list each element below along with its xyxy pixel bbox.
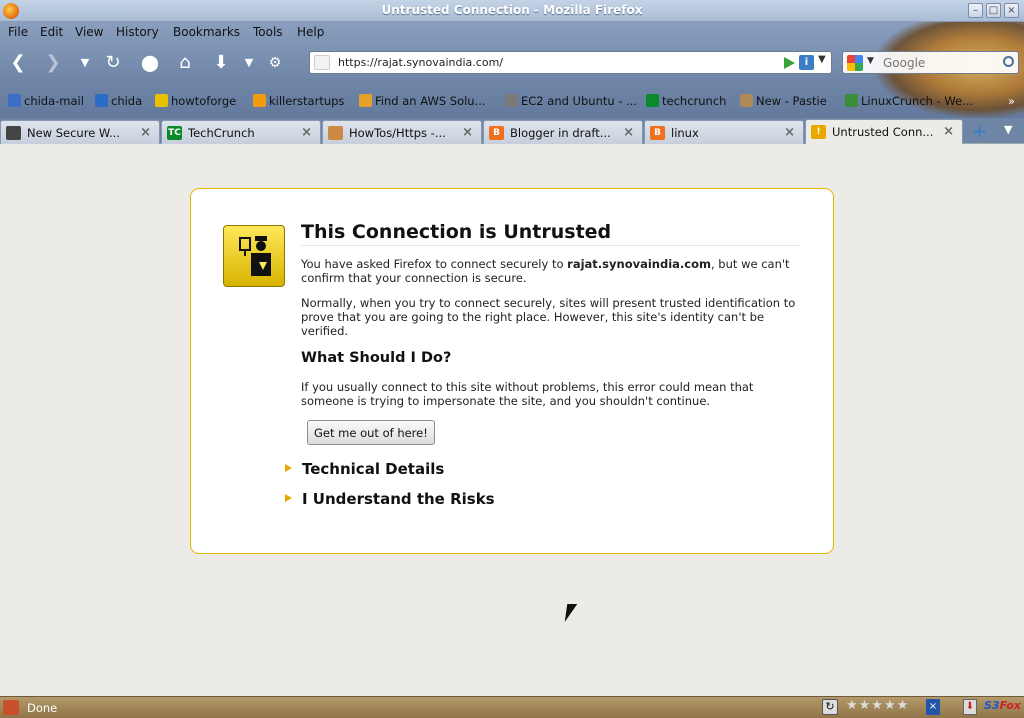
bookmark-favicon-icon	[740, 94, 753, 107]
tab-close-icon[interactable]: ×	[140, 125, 151, 140]
url-dropdown-icon[interactable]: ▼	[818, 54, 826, 65]
what-should-i-do-heading: What Should I Do?	[301, 350, 452, 366]
intro-text: You have asked Firefox to connect secure…	[301, 257, 790, 285]
expander-arrow-icon	[285, 494, 292, 502]
tab-favicon-icon	[6, 126, 21, 140]
bookmark-item[interactable]: techcrunch	[646, 94, 726, 108]
menu-file[interactable]: File	[8, 25, 28, 39]
go-icon[interactable]	[784, 57, 795, 69]
url-bar[interactable]: i ▼	[309, 51, 832, 74]
bookmark-favicon-icon	[253, 94, 266, 107]
tab-favicon-icon: B	[650, 126, 665, 140]
status-text: Done	[27, 701, 58, 715]
xmarks-icon[interactable]: ×	[926, 699, 940, 715]
menu-tools[interactable]: Tools	[253, 25, 283, 39]
tab[interactable]: HowTos/Https -... ×	[322, 120, 482, 144]
bookmark-item[interactable]: New - Pastie	[740, 94, 827, 108]
bookmarks-toolbar: chida-mail chida howtoforge killerstartu…	[0, 90, 1024, 112]
what-should-i-do-text: If you usually connect to this site with…	[301, 380, 754, 408]
bookmarks-overflow-icon[interactable]: »	[1008, 94, 1015, 108]
forward-icon[interactable]: ❯	[40, 52, 66, 74]
download-dropdown-icon[interactable]: ▼	[236, 52, 262, 74]
tab-bar: New Secure W... × TC TechCrunch × HowTos…	[0, 118, 1024, 144]
technical-details-expander[interactable]: Technical Details	[285, 460, 444, 478]
bookmark-favicon-icon	[646, 94, 659, 107]
tab[interactable]: TC TechCrunch ×	[161, 120, 321, 144]
bookmark-item[interactable]: killerstartups	[253, 94, 344, 108]
explanation-text: Normally, when you try to connect secure…	[301, 296, 796, 338]
tab[interactable]: B Blogger in draft... ×	[483, 120, 643, 144]
stop-icon[interactable]: ⬤	[137, 52, 163, 74]
rating-stars-icon[interactable]: ★★★★★	[846, 698, 909, 713]
back-icon[interactable]: ❮	[5, 52, 31, 74]
bookmark-item[interactable]: chida	[95, 94, 142, 108]
menu-view[interactable]: View	[75, 25, 103, 39]
error-title: This Connection is Untrusted	[301, 221, 801, 246]
mouse-cursor-icon	[564, 604, 578, 622]
download-status-icon[interactable]: ⬇	[963, 699, 977, 715]
bookmark-item[interactable]: chida-mail	[8, 94, 84, 108]
bookmark-favicon-icon	[359, 94, 372, 107]
bookmark-item[interactable]: howtoforge	[155, 94, 236, 108]
maximize-button[interactable]: □	[986, 3, 1001, 18]
bookmark-item[interactable]: LinuxCrunch - We...	[845, 94, 973, 108]
status-addon-icon[interactable]	[3, 700, 19, 715]
menu-edit[interactable]: Edit	[40, 25, 63, 39]
bookmark-item[interactable]: Find an AWS Solu...	[359, 94, 486, 108]
tab-active[interactable]: ! Untrusted Conn... ×	[805, 119, 963, 144]
security-officer-icon	[223, 225, 285, 287]
tab[interactable]: New Secure W... ×	[0, 120, 160, 144]
menu-help[interactable]: Help	[297, 25, 324, 39]
understand-risks-expander[interactable]: I Understand the Risks	[285, 490, 495, 508]
tab-close-icon[interactable]: ×	[301, 125, 312, 140]
bookmark-favicon-icon	[845, 94, 858, 107]
expander-arrow-icon	[285, 464, 292, 472]
tab-list-icon[interactable]: ▼	[1004, 123, 1012, 136]
bookmark-favicon-icon	[155, 94, 168, 107]
addon-icon[interactable]: ⚙	[262, 52, 288, 74]
reload-icon[interactable]: ↻	[100, 52, 126, 74]
tab-close-icon[interactable]: ×	[623, 125, 634, 140]
tab-close-icon[interactable]: ×	[462, 125, 473, 140]
download-icon[interactable]: ⬇	[208, 52, 234, 74]
search-input[interactable]	[883, 54, 998, 71]
sync-icon[interactable]: ↻	[822, 699, 838, 715]
close-window-button[interactable]: ×	[1004, 3, 1019, 18]
s3fox-icon[interactable]: S3Fox	[984, 699, 1021, 712]
tab-favicon-icon: TC	[167, 126, 182, 140]
tab-close-icon[interactable]: ×	[943, 124, 954, 139]
bookmark-favicon-icon	[505, 94, 518, 107]
history-dropdown-icon[interactable]: ▼	[72, 52, 98, 74]
search-box[interactable]: ▼	[842, 51, 1019, 74]
menu-bar: File Edit View History Bookmarks Tools H…	[0, 22, 860, 42]
tab-close-icon[interactable]: ×	[784, 125, 795, 140]
window-title: Untrusted Connection - Mozilla Firefox	[381, 3, 643, 17]
minimize-button[interactable]: –	[968, 3, 983, 18]
browser-toolbar: File Edit View History Bookmarks Tools H…	[0, 22, 1024, 118]
title-bar: Untrusted Connection - Mozilla Firefox –…	[0, 0, 1024, 22]
info-icon[interactable]: i	[799, 55, 814, 70]
site-identity-icon[interactable]	[314, 55, 330, 70]
bookmark-item[interactable]: EC2 and Ubuntu - ...	[505, 94, 637, 108]
tab[interactable]: B linux ×	[644, 120, 804, 144]
home-icon[interactable]: ⌂	[172, 52, 198, 74]
warning-icon: !	[811, 125, 826, 139]
tab-favicon-icon	[328, 126, 343, 140]
bookmark-favicon-icon	[95, 94, 108, 107]
new-tab-icon[interactable]: +	[972, 121, 987, 142]
google-engine-icon[interactable]	[847, 55, 863, 71]
tab-favicon-icon: B	[489, 126, 504, 140]
url-input[interactable]	[338, 54, 778, 71]
error-panel: This Connection is Untrusted You have as…	[190, 188, 834, 554]
engine-dropdown-icon[interactable]: ▼	[867, 56, 874, 66]
bookmark-favicon-icon	[8, 94, 21, 107]
menu-history[interactable]: History	[116, 25, 159, 39]
get-me-out-button[interactable]: Get me out of here!	[307, 420, 435, 445]
menu-bookmarks[interactable]: Bookmarks	[173, 25, 240, 39]
search-icon[interactable]	[1003, 56, 1014, 67]
host-name: rajat.synovaindia.com	[567, 257, 711, 271]
